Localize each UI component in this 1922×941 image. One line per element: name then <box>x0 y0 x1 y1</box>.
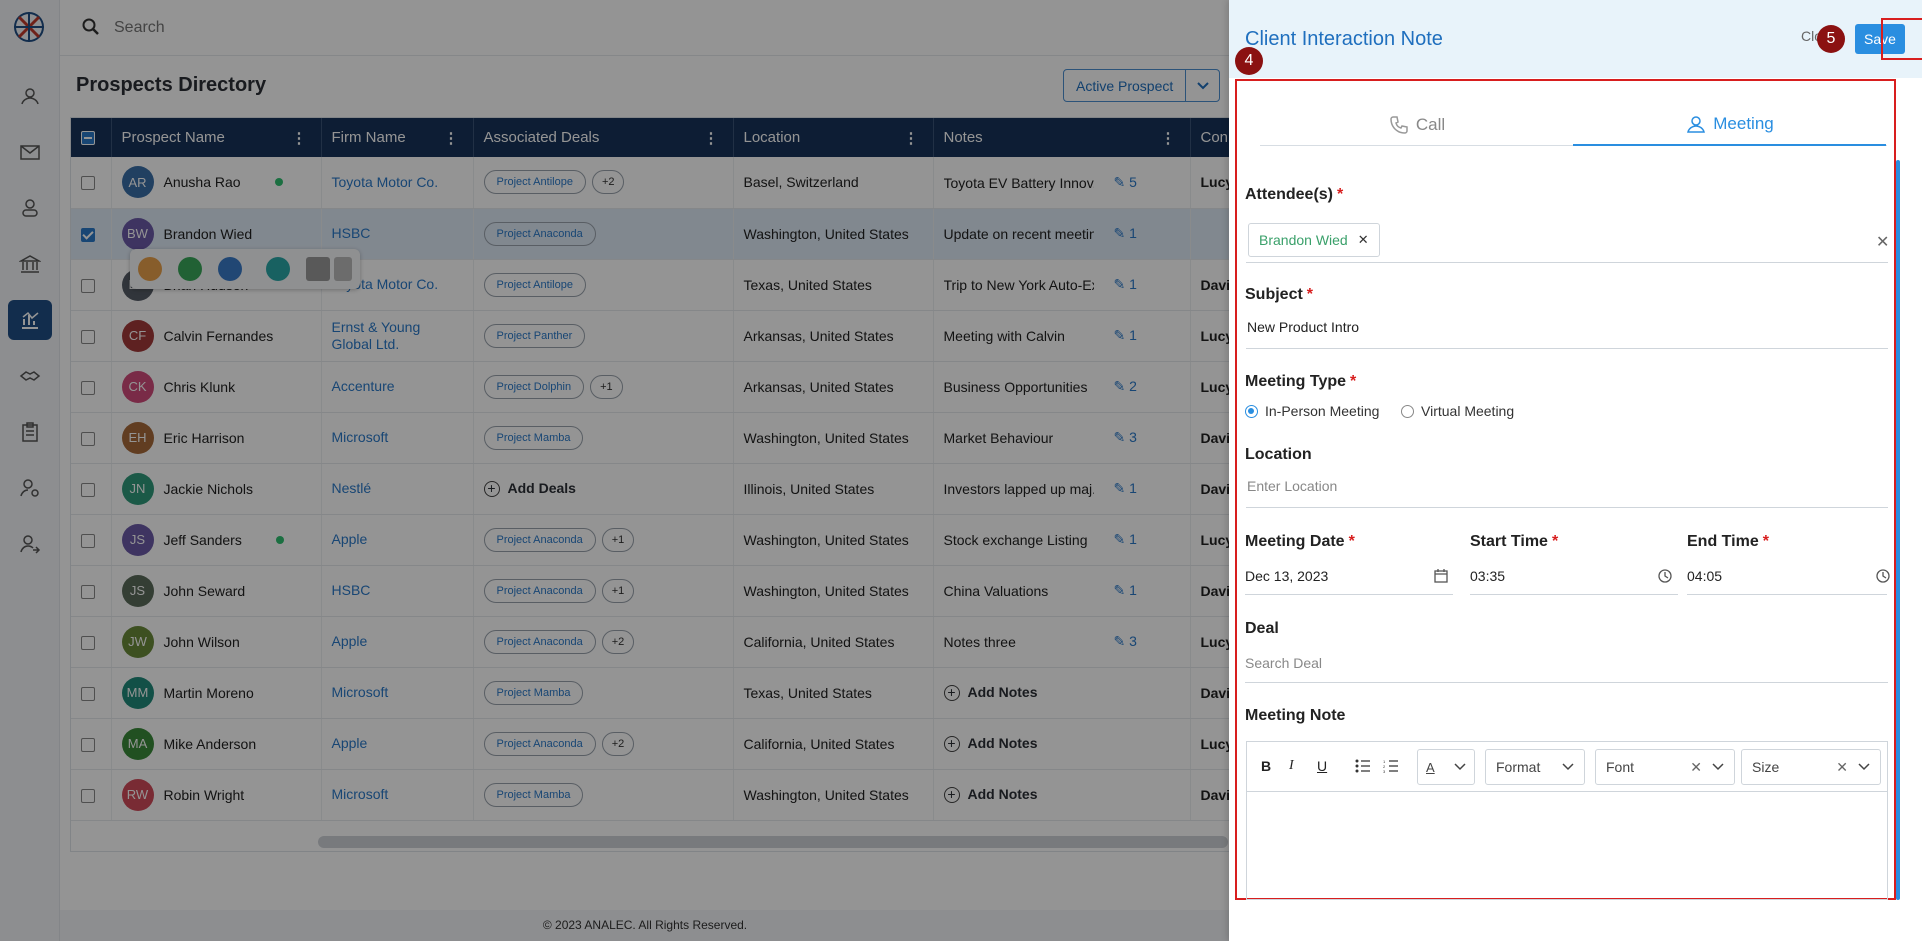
step-badge-form: 4 <box>1235 47 1263 75</box>
text-color-icon: A <box>1426 759 1435 775</box>
attendees-underline <box>1246 262 1888 263</box>
meeting-type-label: Meeting Type * <box>1245 373 1357 390</box>
chevron-down-icon <box>1858 763 1870 771</box>
save-highlight <box>1881 18 1922 60</box>
calendar-icon[interactable] <box>1433 568 1449 584</box>
bullet-list-icon[interactable] <box>1355 759 1371 773</box>
start-time-label: Start Time * <box>1470 533 1559 550</box>
location-underline <box>1246 507 1888 508</box>
subject-underline <box>1246 348 1888 349</box>
meeting-note-label: Meeting Note <box>1245 707 1346 724</box>
location-input[interactable]: Enter Location <box>1247 478 1337 494</box>
underline-button[interactable]: U <box>1317 758 1327 774</box>
deal-search-input[interactable]: Search Deal <box>1245 655 1322 671</box>
modal-backdrop[interactable] <box>0 0 1229 941</box>
meeting-date-underline <box>1245 594 1453 595</box>
tab-meeting[interactable]: Meeting <box>1573 104 1886 146</box>
tab-meeting-label: Meeting <box>1713 114 1774 133</box>
subject-input[interactable]: New Product Intro <box>1247 319 1359 335</box>
deal-label: Deal <box>1245 620 1279 637</box>
format-label: Format <box>1496 759 1541 775</box>
subject-label: Subject * <box>1245 286 1314 303</box>
text-color-dropdown[interactable]: A <box>1417 749 1475 785</box>
format-dropdown[interactable]: Format <box>1485 749 1585 785</box>
size-dropdown[interactable]: Size ✕ <box>1741 749 1881 785</box>
tab-call-label: Call <box>1415 115 1446 134</box>
chevron-down-icon <box>1562 763 1574 771</box>
svg-text:3: 3 <box>1383 769 1386 773</box>
clock-icon[interactable] <box>1657 568 1673 584</box>
clear-font-icon[interactable]: ✕ <box>1690 759 1702 776</box>
clock-icon[interactable] <box>1875 568 1891 584</box>
tab-call[interactable]: Call <box>1260 104 1573 146</box>
radio-virtual[interactable]: Virtual Meeting <box>1401 403 1514 419</box>
numbered-list-icon[interactable]: 123 <box>1383 759 1399 773</box>
phone-icon <box>1390 116 1408 134</box>
radio-unselected-icon <box>1401 404 1414 418</box>
radio-selected-icon <box>1245 404 1258 418</box>
step-badge-save: 5 <box>1817 25 1845 53</box>
end-time-input[interactable]: 04:05 <box>1687 568 1722 584</box>
panel-title: Client Interaction Note <box>1245 28 1443 50</box>
italic-button[interactable]: I <box>1289 758 1294 774</box>
start-time-underline <box>1470 594 1678 595</box>
meeting-icon <box>1687 116 1706 133</box>
clear-attendees-icon[interactable]: ✕ <box>1876 232 1889 252</box>
editor-toolbar: B I U 123 A Format Font ✕ Size ✕ <box>1247 742 1887 792</box>
interaction-tabs: Call Meeting <box>1260 104 1887 146</box>
size-label: Size <box>1752 759 1780 775</box>
meeting-date-input[interactable]: Dec 13, 2023 <box>1245 568 1328 584</box>
bold-button[interactable]: B <box>1261 758 1271 774</box>
font-dropdown[interactable]: Font ✕ <box>1595 749 1735 785</box>
remove-chip-icon[interactable]: ✕ <box>1358 232 1369 248</box>
font-label: Font <box>1606 759 1635 775</box>
clear-size-icon[interactable]: ✕ <box>1836 759 1848 776</box>
start-time-input[interactable]: 03:35 <box>1470 568 1505 584</box>
chevron-down-icon <box>1454 763 1466 771</box>
location-label: Location <box>1245 446 1312 463</box>
end-time-underline <box>1687 594 1887 595</box>
panel-scrollbar[interactable] <box>1896 160 1900 900</box>
end-time-label: End Time * <box>1687 533 1769 550</box>
meeting-note-editor[interactable]: B I U 123 A Format Font ✕ Size ✕ <box>1246 741 1888 900</box>
attendees-label: Attendee(s) * <box>1245 186 1344 203</box>
chevron-down-icon <box>1712 763 1724 771</box>
radio-in-person[interactable]: In-Person Meeting <box>1245 403 1379 419</box>
deal-underline <box>1245 682 1888 683</box>
attendee-chip[interactable]: Brandon Wied ✕ <box>1248 223 1380 257</box>
meeting-date-label: Meeting Date * <box>1245 533 1355 550</box>
